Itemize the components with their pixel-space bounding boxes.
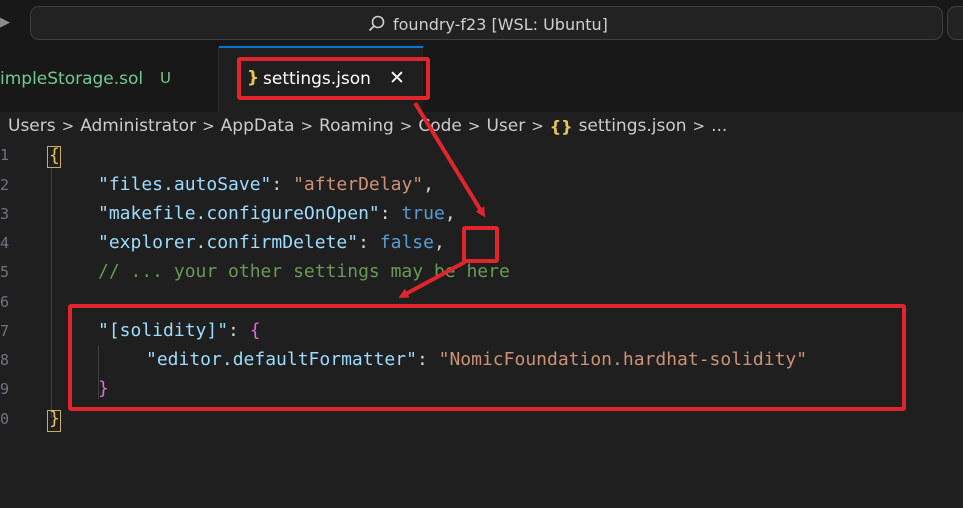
breadcrumb-item-roaming[interactable]: Roaming [319, 116, 394, 136]
tab-bar: impleStorage.sol U } settings.json ✕ [0, 46, 963, 112]
code-comment: // ... your other settings may be here [98, 261, 510, 282]
chevron-right-icon: > [531, 117, 544, 135]
breadcrumb-item-users[interactable]: Users [8, 116, 56, 136]
untracked-badge: U [160, 69, 171, 87]
breadcrumb-item-user[interactable]: User [486, 116, 525, 136]
colon: : [271, 174, 294, 195]
open-brace: { [49, 145, 60, 166]
line-number: 2 [0, 176, 10, 194]
json-boolean: false [379, 232, 434, 253]
command-center-label: foundry-f23 [WSL: Ubuntu] [393, 14, 608, 34]
json-key: "files.autoSave" [98, 174, 272, 195]
breadcrumb-item-more[interactable]: ... [711, 116, 727, 136]
breadcrumb-item-code[interactable]: Code [418, 116, 462, 136]
line-number: 7 [0, 322, 10, 340]
tab-simplestorage[interactable]: impleStorage.sol U [0, 46, 219, 112]
tab-label: impleStorage.sol [0, 69, 144, 89]
code-line-3: "makefile.configureOnOpen": true, [98, 203, 456, 224]
json-braces-icon: {} [549, 116, 573, 136]
annotation-box-tab [237, 57, 430, 100]
chevron-right-icon: > [692, 117, 706, 135]
code-line-4: "explorer.confirmDelete": false, [98, 232, 445, 253]
line-number: 0 [0, 410, 10, 428]
close-brace: } [49, 408, 60, 429]
command-center-search[interactable]: foundry-f23 [WSL: Ubuntu] [30, 6, 943, 40]
comma: , [433, 232, 445, 253]
breadcrumb-item-administrator[interactable]: Administrator [80, 116, 196, 136]
search-icon [368, 15, 385, 32]
json-key: "explorer.confirmDelete" [98, 232, 359, 253]
breadcrumb-item-appdata[interactable]: AppData [221, 116, 295, 136]
code-line-1: { [49, 145, 60, 166]
code-line-2: "files.autoSave": "afterDelay", [98, 174, 434, 195]
chevron-right-icon: > [399, 117, 413, 135]
indent-guide [51, 168, 52, 418]
comma: , [423, 174, 434, 195]
json-key: "makefile.configureOnOpen" [98, 203, 380, 224]
colon: : [358, 232, 380, 253]
code-line-10: } [49, 408, 60, 429]
line-number: 1 [0, 146, 10, 164]
json-boolean: true [401, 203, 445, 224]
chevron-right-icon: > [202, 117, 215, 135]
line-number: 6 [0, 293, 10, 311]
layout-control-button[interactable] [947, 6, 963, 40]
annotation-box-solidity-block [68, 304, 906, 411]
code-line-5: // ... your other settings may be here [98, 261, 510, 282]
chevron-right-icon: > [467, 117, 481, 135]
chevron-right-icon[interactable]: ▶ [0, 14, 12, 32]
line-number: 5 [0, 263, 10, 281]
comma: , [444, 203, 456, 224]
line-number: 3 [0, 205, 10, 223]
breadcrumb: Users > Administrator > AppData > Roamin… [8, 113, 727, 139]
line-number: 9 [0, 380, 10, 398]
title-bar: ▶ foundry-f23 [WSL: Ubuntu] [0, 0, 963, 46]
chevron-right-icon: > [300, 117, 314, 135]
chevron-right-icon: > [61, 117, 75, 135]
line-number: 4 [0, 234, 10, 252]
colon: : [379, 203, 402, 224]
breadcrumb-item-settings-json[interactable]: settings.json [579, 116, 687, 136]
json-string: "afterDelay" [293, 174, 424, 195]
line-number: 8 [0, 351, 10, 369]
annotation-box-comma [462, 226, 499, 263]
